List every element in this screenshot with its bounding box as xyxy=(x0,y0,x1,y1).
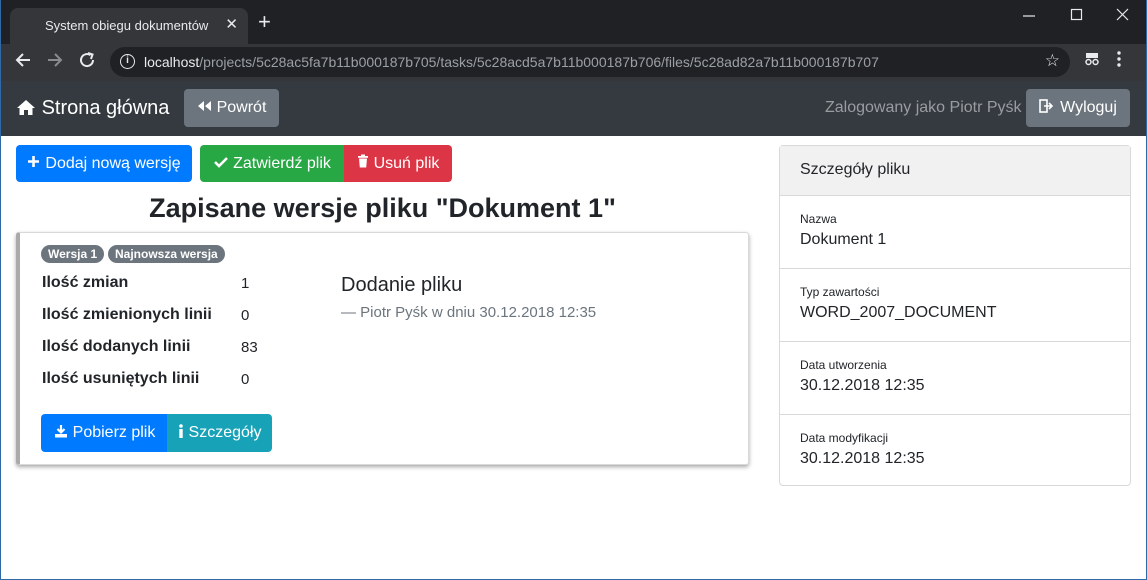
download-file-label: Pobierz plik xyxy=(72,424,156,441)
logout-button[interactable]: Wyloguj xyxy=(1026,89,1130,127)
commit-author-date: — Piotr Pyśk w dniu 30.12.2018 12:35 xyxy=(341,304,597,321)
stat-value: 0 xyxy=(241,307,250,324)
home-link[interactable]: Strona główna xyxy=(16,97,169,120)
info-icon xyxy=(178,423,184,443)
new-tab-icon[interactable]: + xyxy=(258,11,271,33)
window-border xyxy=(0,0,1,580)
tab-close-icon[interactable]: ✕ xyxy=(225,15,238,33)
file-details-header: Szczegóły pliku xyxy=(780,146,1130,196)
download-file-button[interactable]: Pobierz plik xyxy=(41,414,168,452)
detail-value: WORD_2007_DOCUMENT xyxy=(800,304,997,321)
approve-file-label: Zatwierdź plik xyxy=(233,154,331,172)
commit-message: Dodanie pliku xyxy=(341,274,463,296)
version-details-button[interactable]: Szczegóły xyxy=(167,414,272,452)
detail-value: Dokument 1 xyxy=(800,231,887,248)
tab-title: System obiegu dokumentów xyxy=(45,18,209,33)
detail-label: Nazwa xyxy=(800,212,837,226)
detail-item-modified: Data modyfikacji 30.12.2018 12:35 xyxy=(780,415,1130,488)
detail-item-content-type: Typ zawartości WORD_2007_DOCUMENT xyxy=(780,269,1130,342)
version-card: Wersja 1 Najnowsza wersja Ilość zmian 1 … xyxy=(16,232,749,465)
detail-label: Typ zawartości xyxy=(800,285,880,299)
browser-toolbar: i localhost/projects/5c28ac5fa7b11b00018… xyxy=(0,44,1147,81)
browser-tab[interactable]: System obiegu dokumentów ✕ xyxy=(10,8,248,44)
back-button-label: Powrót xyxy=(216,99,267,116)
download-icon xyxy=(54,424,68,443)
url-text: localhost/projects/5c28ac5fa7b11b000187b… xyxy=(144,54,879,70)
stat-label: Ilość dodanych linii xyxy=(42,338,191,355)
address-bar[interactable]: i localhost/projects/5c28ac5fa7b11b00018… xyxy=(110,47,1070,77)
stat-label: Ilość usuniętych linii xyxy=(42,370,200,387)
sign-out-icon xyxy=(1039,98,1055,118)
logged-in-text: Zalogowany jako Piotr Pyśk xyxy=(825,99,1022,116)
approve-file-button[interactable]: Zatwierdź plik xyxy=(200,145,345,182)
reload-icon[interactable] xyxy=(78,51,96,73)
window-close-icon[interactable] xyxy=(1116,4,1130,28)
version-badge: Wersja 1 xyxy=(41,245,105,263)
check-icon xyxy=(214,155,229,173)
info-icon[interactable]: i xyxy=(120,54,135,69)
back-button[interactable]: Powrót xyxy=(184,89,279,127)
backward-icon xyxy=(197,99,212,117)
extension-icon[interactable] xyxy=(1084,51,1100,71)
back-icon[interactable] xyxy=(14,51,32,73)
stat-value: 1 xyxy=(241,275,250,292)
stat-label: Ilość zmian xyxy=(42,274,129,291)
stat-value: 0 xyxy=(241,371,250,388)
trash-icon xyxy=(357,154,369,173)
detail-item-name: Nazwa Dokument 1 xyxy=(780,196,1130,269)
file-details-panel: Szczegóły pliku Nazwa Dokument 1 Typ zaw… xyxy=(779,145,1131,486)
stat-value: 83 xyxy=(241,339,258,356)
maximize-icon[interactable] xyxy=(1070,4,1084,28)
detail-item-created: Data utworzenia 30.12.2018 12:35 xyxy=(780,342,1130,415)
star-icon[interactable]: ☆ xyxy=(1045,51,1060,71)
add-version-label: Dodaj nową wersję xyxy=(45,154,181,172)
browser-titlebar: System obiegu dokumentów ✕ + xyxy=(0,0,1147,44)
stat-label: Ilość zmienionych linii xyxy=(42,306,212,323)
add-version-button[interactable]: Dodaj nową wersję xyxy=(16,145,192,182)
version-details-label: Szczegóły xyxy=(188,424,262,441)
brand-label: Strona główna xyxy=(41,97,170,119)
delete-file-label: Usuń plik xyxy=(373,154,440,172)
plus-icon xyxy=(27,155,40,173)
latest-badge: Najnowsza wersja xyxy=(108,245,225,263)
logout-button-label: Wyloguj xyxy=(1060,99,1117,116)
menu-icon[interactable] xyxy=(1116,50,1122,73)
detail-label: Data utworzenia xyxy=(800,358,887,372)
minimize-icon[interactable] xyxy=(1022,4,1036,28)
forward-icon[interactable] xyxy=(46,51,64,73)
detail-value: 30.12.2018 12:35 xyxy=(800,377,925,394)
page-title: Zapisane wersje pliku "Dokument 1" xyxy=(149,193,616,223)
detail-value: 30.12.2018 12:35 xyxy=(800,450,925,467)
detail-label: Data modyfikacji xyxy=(800,431,889,445)
delete-file-button[interactable]: Usuń plik xyxy=(344,145,452,182)
app-navbar: Strona główna Powrót Zalogowany jako Pio… xyxy=(0,81,1147,136)
home-icon xyxy=(16,97,42,119)
